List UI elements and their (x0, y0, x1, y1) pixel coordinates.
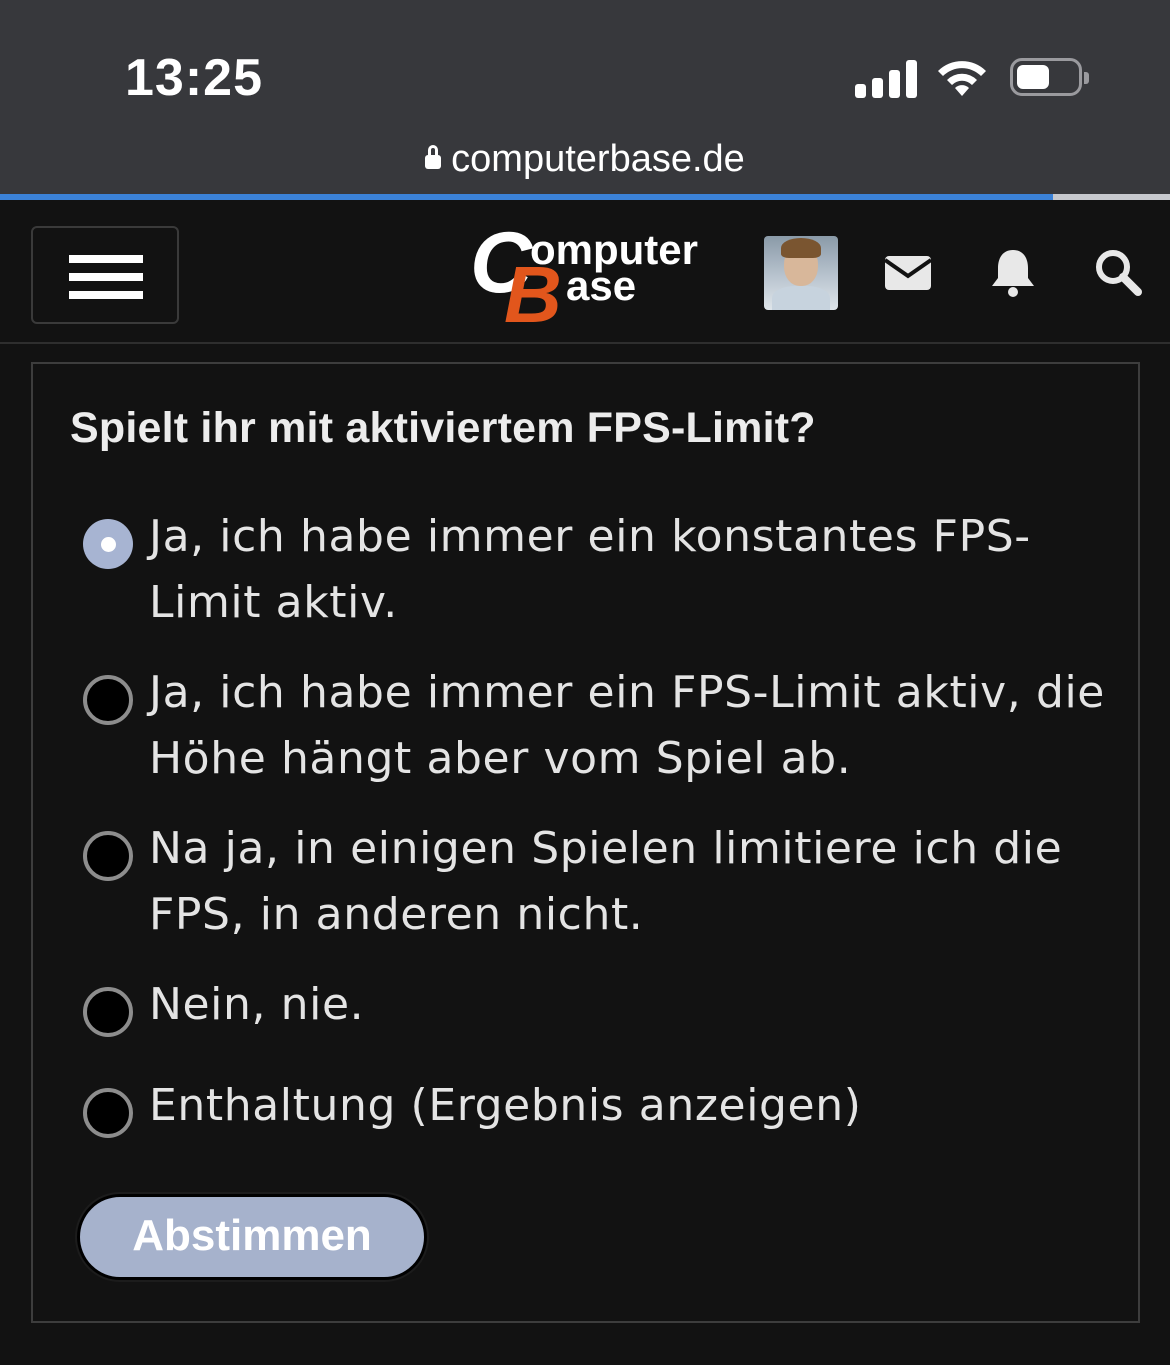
avatar[interactable] (764, 236, 838, 310)
radio-button-selected[interactable] (83, 519, 133, 569)
option-label: Nein, nie. (149, 979, 365, 1030)
radio-button[interactable] (83, 1088, 133, 1138)
radio-button[interactable] (83, 987, 133, 1037)
vote-button[interactable]: Abstimmen (77, 1194, 427, 1280)
mail-icon[interactable] (880, 244, 936, 300)
logo-letter-b: B (504, 250, 562, 332)
lock-icon (425, 145, 442, 169)
poll-question: Spielt ihr mit aktiviertem FPS-Limit? (70, 404, 816, 452)
option-label-line2: Höhe hängt aber vom Spiel ab. (149, 733, 852, 784)
clock: 13:25 (125, 49, 263, 107)
poll-option[interactable]: Na ja, in einigen Spielen limitiere ich … (83, 816, 1123, 956)
cellular-signal-icon (855, 60, 917, 98)
status-bar: 13:25 computerbase.de (0, 0, 1170, 200)
option-label-line1: Ja, ich habe immer ein FPS-Limit aktiv, … (149, 667, 1105, 718)
site-header: C omputer B ase (0, 200, 1170, 344)
logo-text-bottom: ase (566, 262, 636, 309)
radio-button[interactable] (83, 675, 133, 725)
poll-option[interactable]: Nein, nie. (83, 972, 1123, 1052)
option-label-line1: Ja, ich habe immer ein konstantes FPS- (149, 511, 1031, 562)
poll-option[interactable]: Enthaltung (Ergebnis anzeigen) (83, 1073, 1123, 1153)
poll-box: Spielt ihr mit aktiviertem FPS-Limit? Ja… (31, 362, 1140, 1323)
option-label: Enthaltung (Ergebnis anzeigen) (149, 1080, 862, 1131)
poll-option[interactable]: Ja, ich habe immer ein FPS-Limit aktiv, … (83, 660, 1123, 800)
menu-button[interactable] (31, 226, 179, 324)
wifi-icon (938, 61, 986, 96)
computerbase-logo[interactable]: C omputer B ase (468, 214, 708, 332)
radio-button[interactable] (83, 831, 133, 881)
option-label-line1: Na ja, in einigen Spielen limitiere ich … (149, 823, 1063, 874)
battery-icon (1010, 58, 1089, 96)
vote-button-label: Abstimmen (132, 1211, 372, 1260)
option-label-line2: Limit aktiv. (149, 577, 398, 628)
search-icon[interactable] (1090, 244, 1146, 300)
poll-option[interactable]: Ja, ich habe immer ein konstantes FPS- L… (83, 504, 1123, 644)
bell-icon[interactable] (985, 244, 1041, 300)
option-label-line2: FPS, in anderen nicht. (149, 889, 644, 940)
address-bar[interactable]: computerbase.de (0, 138, 1170, 181)
url-text: computerbase.de (451, 138, 745, 180)
